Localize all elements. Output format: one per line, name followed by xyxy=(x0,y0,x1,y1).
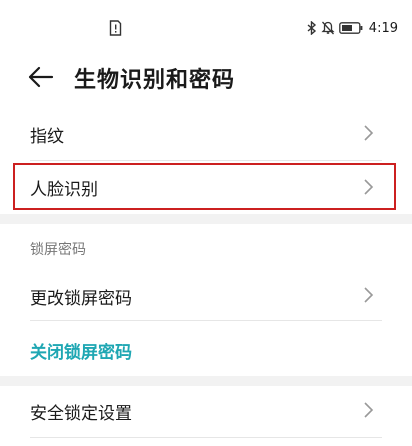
divider xyxy=(30,437,382,438)
status-icons: 4:19 xyxy=(307,18,398,38)
section-header-lock-screen: 锁屏密码 xyxy=(30,242,86,258)
bluetooth-icon xyxy=(307,21,316,35)
battery-icon xyxy=(338,22,363,34)
page-title: 生物识别和密码 xyxy=(74,68,236,93)
security-lock-settings-row[interactable]: 安全锁定设置 xyxy=(0,386,412,436)
status-time: 4:19 xyxy=(368,20,398,36)
title-bar: 生物识别和密码 xyxy=(0,56,412,100)
change-lock-password-label: 更改锁屏密码 xyxy=(30,289,132,309)
disable-lock-password-label: 关闭锁屏密码 xyxy=(30,343,132,363)
change-lock-password-row[interactable]: 更改锁屏密码 xyxy=(0,270,412,320)
highlight-box xyxy=(13,163,396,210)
arrow-left-icon[interactable] xyxy=(28,64,54,90)
chevron-right-icon xyxy=(364,125,374,141)
mute-icon xyxy=(321,21,335,35)
chevron-right-icon xyxy=(364,287,374,303)
disable-lock-password-row[interactable]: 关闭锁屏密码 xyxy=(0,322,412,374)
chevron-right-icon xyxy=(364,402,374,418)
status-bar: 4:19 xyxy=(0,0,412,56)
section-gap xyxy=(0,214,412,224)
fingerprint-label: 指纹 xyxy=(30,127,64,147)
divider xyxy=(30,160,382,161)
divider xyxy=(30,320,382,321)
section-gap xyxy=(0,376,412,386)
security-lock-settings-label: 安全锁定设置 xyxy=(30,404,132,424)
sim-alert-icon xyxy=(109,20,122,36)
fingerprint-row[interactable]: 指纹 xyxy=(0,108,412,160)
